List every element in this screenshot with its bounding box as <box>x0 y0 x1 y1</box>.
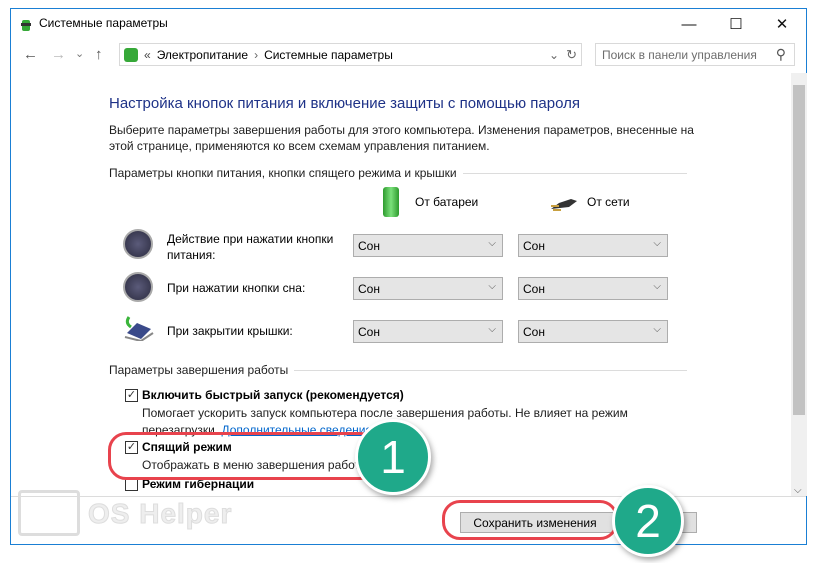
group-power-buttons: Параметры кнопки питания, кнопки спящего… <box>109 166 687 180</box>
sleep-button-icon <box>123 272 153 302</box>
battery-icon <box>383 187 399 217</box>
fast-startup-label[interactable]: Включить быстрый запуск (рекомендуется) <box>142 388 404 402</box>
breadcrumb-overflow[interactable]: « <box>144 48 151 62</box>
address-bar[interactable]: « Электропитание › Системные параметры ⌄… <box>119 43 582 66</box>
back-button[interactable]: ← <box>23 46 38 63</box>
power-options-icon <box>124 47 138 62</box>
maximize-button[interactable]: ☐ <box>713 9 759 39</box>
column-ac: От сети <box>587 195 630 209</box>
group-shutdown-settings: Параметры завершения работы <box>109 363 687 377</box>
step-1-badge: 1 <box>355 419 431 495</box>
minimize-button[interactable]: — <box>666 9 712 39</box>
scroll-down-arrow[interactable]: ⌵ <box>794 485 802 496</box>
page-title: Настройка кнопок питания и включение защ… <box>109 95 580 112</box>
watermark-logo-icon <box>18 490 80 536</box>
lid-ac-select[interactable]: Сон ⌵ <box>518 320 668 343</box>
row-lid-label: При закрытии крышки: <box>167 324 293 338</box>
up-button[interactable]: ↑ <box>95 46 103 63</box>
watermark: OS Helper <box>87 498 233 530</box>
forward-button[interactable]: → <box>51 46 66 63</box>
search-input[interactable]: Поиск в панели управления ⚲ <box>595 43 795 66</box>
fast-startup-checkbox[interactable]: ✓ <box>125 389 138 402</box>
lid-battery-select[interactable]: Сон ⌵ <box>353 320 503 343</box>
breadcrumb-system-settings[interactable]: Системные параметры <box>264 48 393 62</box>
search-placeholder: Поиск в панели управления <box>602 47 757 62</box>
laptop-lid-icon <box>123 315 155 343</box>
highlight-sleep <box>108 432 378 480</box>
page-description: Выберите параметры завершения работы для… <box>109 123 694 153</box>
highlight-save <box>442 500 618 540</box>
sleep-button-ac-select[interactable]: Сон ⌵ <box>518 277 668 300</box>
sleep-button-battery-select[interactable]: Сон ⌵ <box>353 277 503 300</box>
power-options-icon <box>19 17 33 31</box>
close-button[interactable]: ✕ <box>759 9 805 39</box>
window-title: Системные параметры <box>39 16 168 30</box>
power-button-icon <box>123 229 153 259</box>
step-2-badge: 2 <box>612 485 684 557</box>
refresh-button[interactable]: ↻ <box>566 47 577 63</box>
column-battery: От батареи <box>415 195 479 209</box>
breadcrumb-power-options[interactable]: Электропитание <box>157 48 248 62</box>
address-dropdown-button[interactable]: ⌄ <box>549 48 559 62</box>
breadcrumb-separator: › <box>254 47 259 62</box>
scrollbar[interactable]: ⌵ <box>791 73 807 496</box>
row-sleep-button-label: При нажатии кнопки сна: <box>167 281 306 295</box>
power-button-battery-select[interactable]: Сон ⌵ <box>353 234 503 257</box>
footer-divider <box>11 496 806 497</box>
power-button-ac-select[interactable]: Сон ⌵ <box>518 234 668 257</box>
recent-locations-button[interactable]: ⌄ <box>75 47 84 60</box>
scrollbar-thumb[interactable] <box>793 85 805 415</box>
row-power-button-label: Действие при нажатии кнопки питания: <box>167 232 334 262</box>
search-icon[interactable]: ⚲ <box>776 46 786 63</box>
power-plug-icon <box>549 197 579 211</box>
